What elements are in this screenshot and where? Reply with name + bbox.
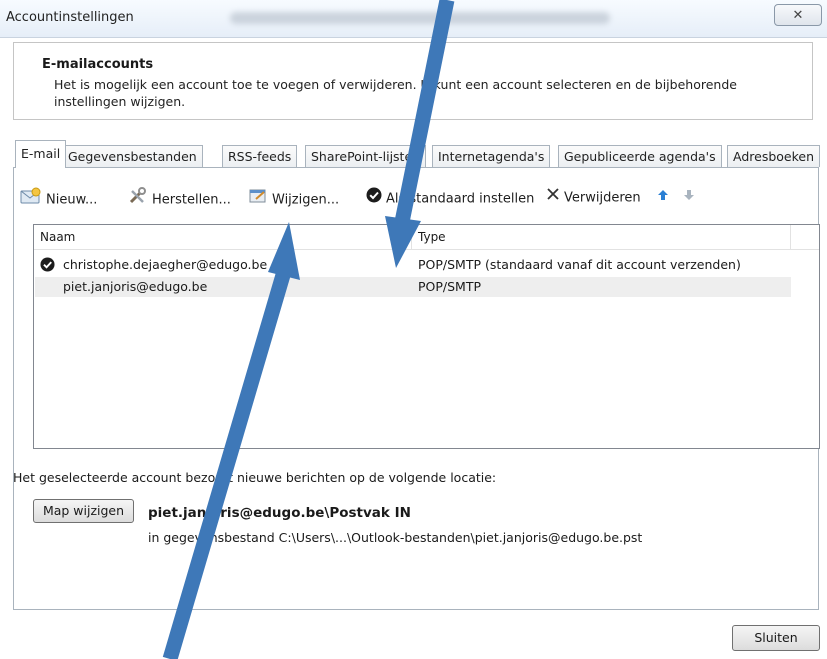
toolbar: Nieuw... Herstellen... Wijzigen... Als s… bbox=[20, 187, 800, 209]
header-description: Het is mogelijk een account toe te voege… bbox=[54, 77, 737, 109]
tab-sharepoint-lists[interactable]: SharePoint-lijsten bbox=[305, 145, 427, 167]
account-type: POP/SMTP bbox=[418, 279, 482, 294]
account-name: piet.janjoris@edugo.be bbox=[63, 279, 208, 294]
delivery-folder-path: piet.janjoris@edugo.be\Postvak IN bbox=[148, 505, 411, 521]
data-file-path: in gegevensbestand C:\Users\...\Outlook-… bbox=[148, 530, 643, 545]
blurred-account-name bbox=[230, 12, 610, 24]
change-icon bbox=[248, 187, 268, 213]
new-account-label: Nieuw... bbox=[46, 192, 98, 208]
account-type: POP/SMTP (standaard vanaf dit account ve… bbox=[418, 257, 741, 272]
window-title: Accountinstellingen bbox=[6, 10, 134, 25]
mail-new-icon bbox=[20, 187, 42, 213]
column-type-header[interactable]: Type bbox=[418, 230, 446, 244]
column-divider[interactable] bbox=[411, 225, 412, 249]
move-up-icon bbox=[657, 187, 669, 209]
default-account-check-icon bbox=[40, 257, 55, 275]
move-up-button[interactable] bbox=[657, 187, 673, 209]
account-name: christophe.dejaegher@edugo.be bbox=[63, 257, 268, 272]
column-name-header[interactable]: Naam bbox=[40, 230, 75, 244]
delivery-location-label: Het geselecteerde account bezorgt nieuwe… bbox=[13, 470, 497, 485]
repair-button[interactable]: Herstellen... bbox=[128, 187, 231, 209]
list-column-header: Naam Type bbox=[34, 225, 819, 250]
remove-button[interactable]: Verwijderen bbox=[546, 187, 641, 209]
tab-strip: E-mail Gegevensbestanden RSS-feeds Share… bbox=[15, 140, 827, 168]
new-account-button[interactable]: Nieuw... bbox=[20, 187, 97, 209]
set-default-label: Als standaard instellen bbox=[386, 191, 535, 207]
tab-rss-feeds[interactable]: RSS-feeds bbox=[222, 145, 298, 167]
close-window-button[interactable]: ✕ bbox=[774, 4, 822, 26]
remove-label: Verwijderen bbox=[564, 190, 641, 206]
tab-data-files[interactable]: Gegevensbestanden bbox=[62, 145, 203, 167]
close-button[interactable]: Sluiten bbox=[732, 625, 820, 651]
header-title: E-mailaccounts bbox=[42, 57, 154, 72]
move-down-icon bbox=[683, 187, 695, 209]
account-row[interactable]: piet.janjoris@edugo.be POP/SMTP bbox=[35, 277, 791, 297]
title-bar: Accountinstellingen ✕ bbox=[0, 0, 827, 38]
change-button[interactable]: Wijzigen... bbox=[248, 187, 339, 209]
repair-label: Herstellen... bbox=[152, 192, 231, 208]
column-divider[interactable] bbox=[790, 225, 791, 249]
accounts-list[interactable]: Naam Type christophe.dejaegher@edugo.be … bbox=[33, 224, 820, 449]
tab-published-calendars[interactable]: Gepubliceerde agenda's bbox=[558, 145, 722, 167]
change-label: Wijzigen... bbox=[272, 192, 340, 208]
repair-tools-icon bbox=[128, 187, 148, 213]
delete-x-icon bbox=[546, 187, 560, 209]
set-default-button[interactable]: Als standaard instellen bbox=[366, 187, 534, 209]
header-panel: E-mailaccounts Het is mogelijk een accou… bbox=[13, 42, 813, 120]
tab-email[interactable]: E-mail bbox=[15, 140, 67, 168]
tab-address-books[interactable]: Adresboeken bbox=[727, 145, 821, 167]
checkmark-icon bbox=[366, 187, 382, 211]
account-row[interactable]: christophe.dejaegher@edugo.be POP/SMTP (… bbox=[35, 255, 791, 275]
tab-internet-calendars[interactable]: Internetagenda's bbox=[432, 145, 551, 167]
change-folder-button[interactable]: Map wijzigen bbox=[33, 499, 134, 523]
move-down-button[interactable] bbox=[683, 187, 699, 209]
